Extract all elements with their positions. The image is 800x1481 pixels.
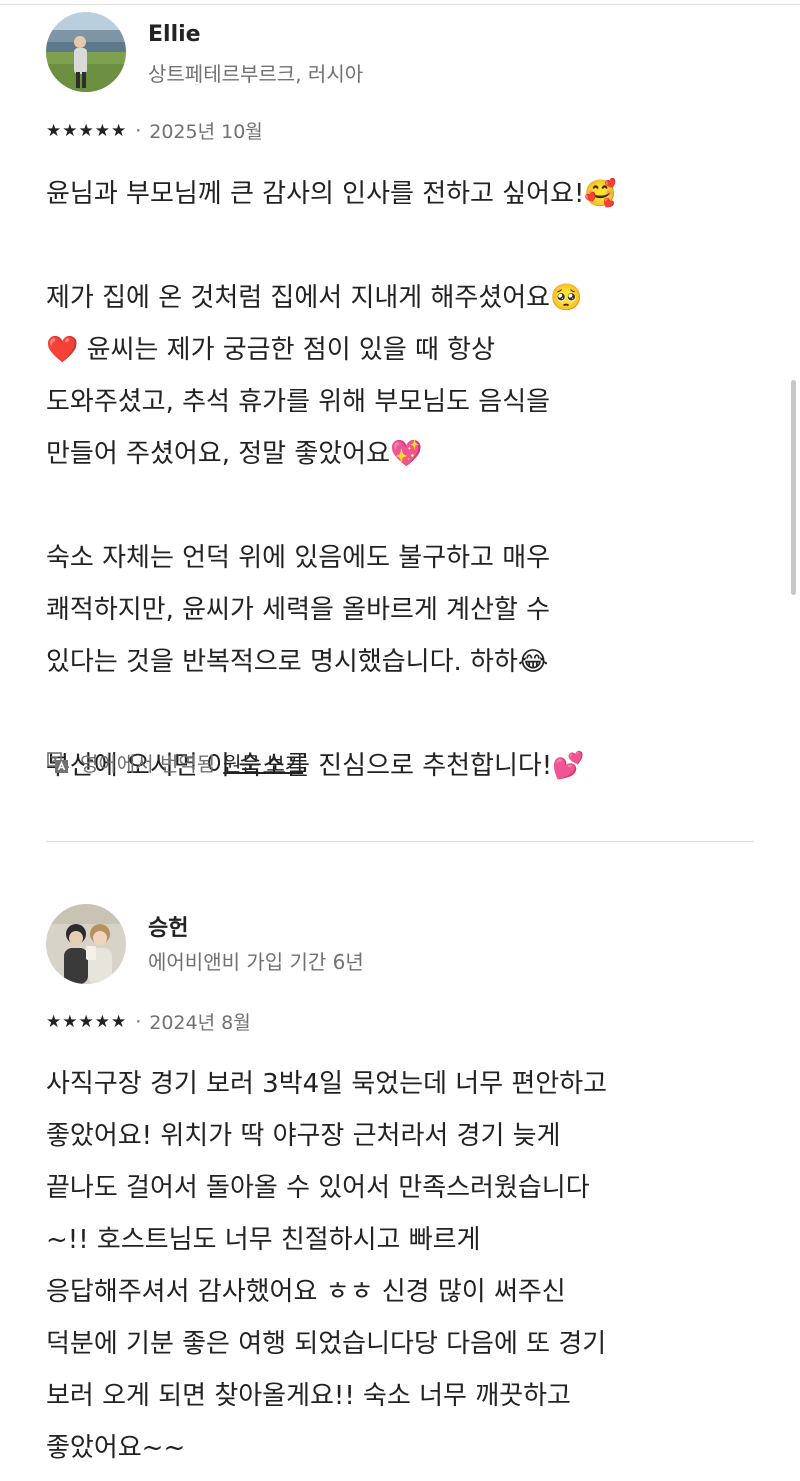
top-divider [0, 4, 800, 5]
star-rating-icon: ★★★★★ [46, 1011, 128, 1032]
review-date: 2024년 8월 [149, 1012, 251, 1034]
avatar[interactable] [46, 904, 126, 984]
avatar[interactable] [46, 12, 126, 92]
star-rating-icon: ★★★★★ [46, 120, 128, 141]
review-divider [46, 841, 754, 842]
review-date: 2025년 10월 [149, 121, 263, 143]
reviewer-tenure: 에어비앤비 가입 기간 6년 [148, 950, 364, 974]
separator-dot: · [135, 119, 142, 142]
review-paragraph: 사직구장 경기 보러 3박4일 묵었는데 너무 편안하고 좋았어요! 위치가 딱… [46, 1069, 608, 1463]
scrollbar-thumb[interactable] [791, 380, 796, 595]
review-paragraph: 숙소 자체는 언덕 위에 있음에도 불구하고 매우 쾌적하지만, 윤씨가 세력을… [46, 543, 551, 677]
view-original-link[interactable]: 원문 보기 [223, 748, 303, 777]
review-text: 윤님과 부모님께 큰 감사의 인사를 전하고 싶어요!🥰 제가 집에 온 것처럼… [46, 168, 756, 792]
translated-label: 영어에서 번역됨 [80, 752, 216, 776]
review-text: 사직구장 경기 보러 3박4일 묵었는데 너무 편안하고 좋았어요! 위치가 딱… [46, 1058, 756, 1474]
translation-notice: 영어에서 번역됨 원문 보기 [46, 748, 303, 777]
rating-row: ★★★★★ · 2025년 10월 [46, 117, 263, 144]
avatar-photo [46, 12, 126, 92]
separator-dot: · [135, 1010, 142, 1033]
review-paragraph: 제가 집에 온 것처럼 집에서 지내게 해주셨어요🥺 ❤️ 윤씨는 제가 궁금한… [46, 283, 583, 469]
reviewer-location: 상트페테르부르크, 러시아 [148, 62, 364, 86]
review-paragraph: 윤님과 부모님께 큰 감사의 인사를 전하고 싶어요!🥰 [46, 179, 617, 209]
reviewer-name: 승헌 [148, 916, 189, 941]
rating-row: ★★★★★ · 2024년 8월 [46, 1008, 251, 1035]
reviewer-name: Ellie [148, 22, 201, 47]
avatar-photo [46, 904, 126, 984]
translate-icon [47, 751, 68, 773]
